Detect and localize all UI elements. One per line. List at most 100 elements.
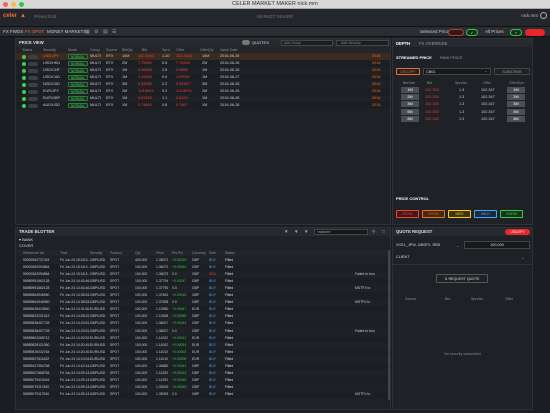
tab-streamed-price[interactable]: STREAMED PRICE (396, 55, 432, 60)
price-view-row[interactable]: USD/CHF NORMAL MULTI EFX 1M 0.96685 2.5 0.9665 1… (16, 67, 390, 74)
price-view-cell-date: 2016-06-28 (220, 89, 240, 93)
table-row[interactable]: 59000362737424 Fri Jun 24 15:18:3... GBP/U… (16, 257, 388, 264)
mode-badge[interactable]: NORMAL (68, 103, 88, 108)
table-row[interactable]: 58989827811632 Fri Jun 24 14:10:04... EUR/… (16, 356, 388, 363)
price-view-row[interactable]: EUR/GBP NORMAL MULTI EFX 1M 0.83159 1.1 0.8153 1… (16, 95, 390, 102)
nav-money-markets[interactable]: MONEY MARKETS (47, 29, 86, 34)
price-view-cell-date: 2016-06-28 (220, 96, 240, 100)
price-view-header: PRICE VIEW (16, 39, 390, 47)
search-icon[interactable]: ⚲ (372, 229, 375, 235)
add-security-select[interactable]: Add Security (336, 40, 389, 46)
quotes-toggle[interactable] (242, 40, 250, 45)
table-row[interactable]: 58989838457728 Fri Jun 24 14:23:51... GBP/… (16, 328, 388, 335)
table-row[interactable]: 58989838457728 Fri Jun 24 14:23:51... GBP/… (16, 320, 388, 328)
table-row[interactable]: 58989864946960 Fri Jun 24 14:38:53... GBP/… (16, 292, 388, 300)
account-select[interactable]: XCEL_JPM, UBSFX, RBS (396, 243, 440, 247)
tab-fx-override[interactable]: FX OVERRIDE (419, 41, 447, 46)
table-row[interactable]: 58989628419600 Fri Jun 24 14:31:50... EUR/… (16, 306, 388, 314)
table-row[interactable]: 58989822231312 Fri Jun 24 14:28:22... GBP/… (16, 313, 388, 320)
request-quote-button[interactable]: ⇅ REQUEST QUOTE (436, 274, 488, 283)
filter-clear-icon[interactable]: ▼ (304, 229, 308, 234)
depth-row[interactable]: 3M 102.334 1.3 102.347 3M (393, 101, 532, 108)
price-view-row[interactable]: USD/CAD NORMAL MULTI EFX 1M 1.29059 0.9 1.29069… (16, 74, 390, 81)
mode-badge[interactable]: NORMAL (68, 54, 88, 59)
selected-prices-toggle[interactable] (448, 28, 464, 36)
selected-prices-check[interactable]: ✓ (466, 28, 478, 36)
grid-icon[interactable]: ▦ (85, 29, 90, 35)
group-cover[interactable]: COVER (19, 243, 33, 248)
group-bank[interactable]: ▾ BANK (19, 237, 33, 242)
settings-icon[interactable]: ⚙ (94, 29, 98, 35)
blotter-cell-ref: 58989828121360 (23, 342, 50, 347)
amount-input[interactable]: 100,000 (464, 241, 530, 249)
mode-badge[interactable]: NORMAL (68, 96, 88, 101)
price-control-mild-button[interactable]: MILD (474, 210, 497, 218)
table-row[interactable]: 58989951562128 Fri Jun 24 14:43:46... GBP/… (16, 278, 388, 286)
depth-row[interactable]: 1M 102.334 1.3 102.347 1M (393, 87, 532, 94)
price-view-row[interactable]: USD/HKD NORMAL MULTI EFX 2M 7.75989 5.5 7.75948… (16, 60, 390, 67)
filter-icon[interactable]: ▼ (284, 229, 288, 234)
table-row[interactable]: 58989864946960 Fri Jun 24 14:38:53... GBP/… (16, 299, 388, 306)
table-row[interactable]: 58989079117840 Fri Jun 24 14:09:13... GBP/… (16, 390, 388, 398)
user-name[interactable]: nick.mm (521, 13, 538, 18)
price-view-cell-offerqty: 2M (202, 89, 208, 93)
price-control-med-button[interactable]: MED (448, 210, 471, 218)
mode-badge[interactable]: NORMAL (68, 61, 88, 66)
layout-icon[interactable]: ▤ (103, 29, 108, 35)
price-view-row[interactable]: USD/JPY NORMAL MULTI EFX 10M 102.2443 1.30 102.… (16, 53, 390, 60)
table-row[interactable]: 58989820032784 Fri Jun 24 14:20:20... EUR/… (16, 348, 388, 356)
user-icon[interactable] (540, 12, 547, 19)
subscribe-button[interactable]: SUBSCRIBE (494, 68, 530, 75)
nav-fx-spot[interactable]: FX SPOT (25, 29, 44, 34)
table-row[interactable]: 59000362094864 Fri Jun 24 15:18:3... GBP/U… (16, 264, 388, 272)
depth-row[interactable]: 2M 102.334 1.3 102.347 2M (393, 94, 532, 101)
price-view-row[interactable]: EUR/JPY NORMAL MULTI EFX 2M 113.8894 9.2 113.89… (16, 88, 390, 95)
all-prices-check[interactable]: ✓ (510, 28, 522, 36)
quote-security-badge[interactable]: USD/JPY (505, 229, 530, 235)
blotter-search-input[interactable]: <search> (314, 229, 368, 235)
status-toggle[interactable] (28, 75, 38, 80)
list-icon[interactable]: ☰ (112, 29, 116, 35)
depth-row[interactable]: 5M 102.334 1.3 102.347 5M (393, 108, 532, 116)
mode-badge[interactable]: NORMAL (68, 68, 88, 73)
table-row[interactable]: 58989861065712 Fri Jun 24 14:20:52... EUR/… (16, 334, 388, 342)
filter-add-icon[interactable]: ▼ (294, 229, 298, 234)
status-toggle[interactable] (28, 68, 38, 73)
status-toggle[interactable] (28, 82, 38, 87)
status-toggle[interactable] (28, 61, 38, 66)
mode-badge[interactable]: NORMAL (68, 75, 88, 80)
client-chevron-icon[interactable]: ⌄ (521, 255, 524, 260)
price-control-norm-button[interactable]: NORM (500, 210, 523, 218)
depth-security-badge[interactable]: USD/JPY (396, 68, 420, 75)
table-row[interactable]: 58989079117840 Fri Jun 24 14:09:13... GBP/… (16, 384, 388, 391)
price-control-extm-button[interactable]: EXTM (422, 210, 445, 218)
source-select[interactable]: CB01 (423, 68, 491, 75)
blotter-scrollbar[interactable] (388, 250, 390, 400)
table-row[interactable]: 58989828121360 Fri Jun 24 14:20:45... EUR/… (16, 342, 388, 349)
account-chevron-icon[interactable]: ⌄ (456, 243, 459, 248)
status-toggle[interactable] (28, 89, 38, 94)
client-select[interactable]: CLIENT (396, 255, 410, 259)
status-toggle[interactable] (28, 96, 38, 101)
price-view-row[interactable]: NZD/CAD NORMAL MULTI EFX 3M 0.93265 2.2 0.93307… (16, 81, 390, 88)
table-row[interactable]: 58989447354768 Fri Jun 24 14:10:14... GBP/… (16, 362, 388, 370)
table-row[interactable]: 59000362094864 Fri Jun 24 15:18:3... GBP/U… (16, 271, 388, 278)
depth-row[interactable]: 8M 102.334 1.3 102.347 8M (393, 115, 532, 123)
price-view-cell-offer: 0.9665 (176, 68, 188, 72)
mode-badge[interactable]: NORMAL (68, 82, 88, 87)
export-icon[interactable]: □ (382, 229, 385, 234)
chevron-down-icon[interactable]: ⌄ (484, 68, 487, 73)
table-row[interactable]: 58989007868784 Fri Jun 24 14:09:13... GBP/… (16, 370, 388, 377)
tab-raw-price[interactable]: RAW PRICE (440, 55, 463, 60)
status-toggle[interactable] (28, 103, 38, 108)
nav-fx-fwds[interactable]: FX FWDS (3, 29, 23, 34)
mode-badge[interactable]: NORMAL (68, 89, 88, 94)
all-prices-toggle[interactable] (525, 28, 545, 36)
price-control-exxn-button[interactable]: EXXN (396, 210, 419, 218)
status-toggle[interactable] (28, 54, 38, 59)
tab-depth[interactable]: DEPTH (396, 41, 410, 46)
table-row[interactable]: 58989951562128 Fri Jun 24 14:43:46... GBP/… (16, 285, 388, 292)
add-group-select[interactable]: Add Group (281, 40, 333, 46)
price-view-row[interactable]: AUD/USD NORMAL MULTI EFX 1M 0.74660 0.8 0.7467 1… (16, 102, 390, 109)
table-row[interactable]: 58989079424016 Fri Jun 24 14:09:13... GBP/… (16, 376, 388, 384)
